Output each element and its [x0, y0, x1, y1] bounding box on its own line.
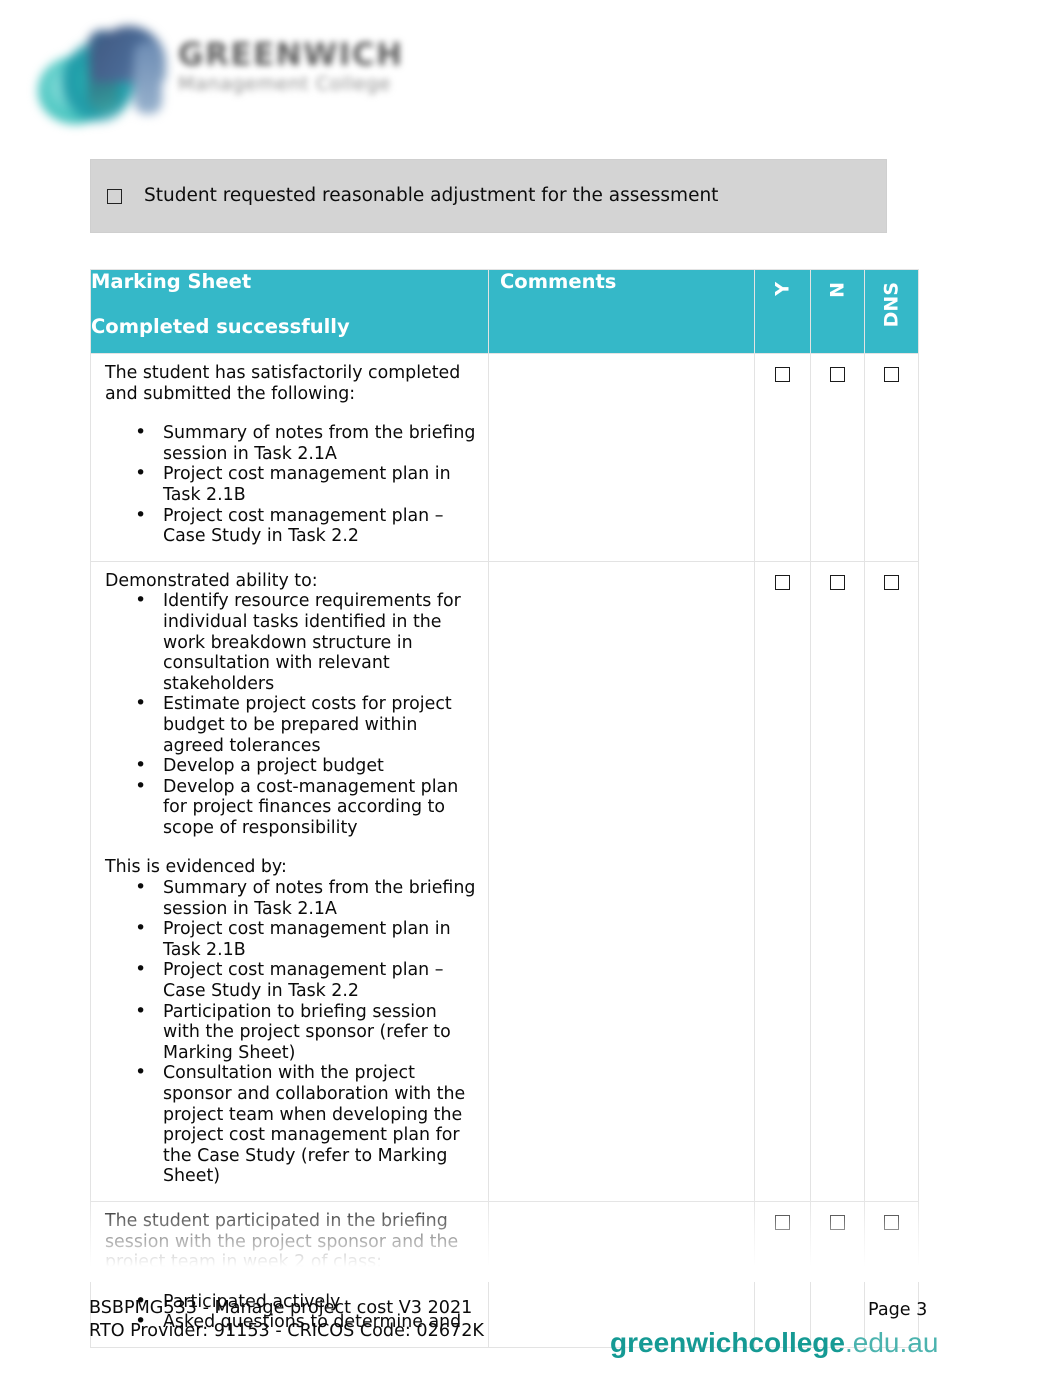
criteria-evidence-intro: This is evidenced by:: [105, 857, 287, 878]
column-label-n: N: [826, 282, 848, 298]
criteria-bullet-list: Identify resource requirements for indiv…: [105, 590, 476, 839]
criteria-cell: Demonstrated ability to: Identify resour…: [90, 560, 489, 1202]
mark-cell-n[interactable]: [810, 353, 865, 562]
column-header-comments: Comments: [488, 269, 755, 354]
list-item: Summary of notes from the briefing sessi…: [135, 422, 476, 464]
criteria-intro: Demonstrated ability to:: [105, 570, 318, 591]
mark-cell-dns[interactable]: [864, 353, 919, 562]
footer-website-url: greenwichcollege.edu.au: [610, 1326, 938, 1360]
empty-checkbox-icon[interactable]: [830, 574, 845, 590]
list-item: Project cost management plan – Case Stud…: [135, 959, 476, 1001]
list-item: Identify resource requirements for indiv…: [135, 590, 476, 694]
comments-cell[interactable]: [488, 560, 755, 1202]
column-header-y: Y: [754, 269, 811, 354]
empty-checkbox-icon[interactable]: [884, 1214, 899, 1230]
table-row: The student has satisfactorily completed…: [90, 353, 919, 562]
list-item: Estimate project costs for project budge…: [135, 693, 476, 756]
marking-sheet-body: The student has satisfactorily completed…: [90, 353, 919, 1348]
marking-sheet-table: Marking Sheet Completed successfully Com…: [90, 269, 919, 1348]
list-item: Develop a project budget: [135, 755, 476, 777]
list-item: Project cost management plan in Task 2.1…: [135, 463, 476, 505]
adjustment-notice-box: Student requested reasonable adjustment …: [90, 159, 887, 233]
greenwich-swirl-m-logo-icon: [36, 20, 166, 125]
marking-sheet-header-row: Marking Sheet Completed successfully Com…: [90, 269, 919, 354]
empty-checkbox-icon[interactable]: [107, 188, 122, 204]
criteria-evidence-list: Summary of notes from the briefing sessi…: [105, 877, 476, 1187]
footer-document-info: BSBPMG533 - Manage project cost V3 2021 …: [89, 1297, 484, 1343]
mark-cell-n[interactable]: [810, 560, 865, 1202]
page-number: Page 3: [868, 1300, 928, 1320]
column-label-y: Y: [771, 282, 793, 296]
mark-cell-y[interactable]: [754, 560, 811, 1202]
college-logo: GREENWICH Management College: [36, 16, 436, 128]
column-header-dns: DNS: [864, 269, 919, 354]
empty-checkbox-icon[interactable]: [830, 367, 845, 382]
logo-wordmark-line2: Management College: [178, 73, 391, 95]
list-item: Project cost management plan – Case Stud…: [135, 505, 476, 547]
list-item: Summary of notes from the briefing sessi…: [135, 877, 476, 919]
marking-sheet-title: Marking Sheet: [91, 270, 252, 293]
list-item: Consultation with the project sponsor an…: [135, 1062, 476, 1187]
adjustment-notice-label: Student requested reasonable adjustment …: [144, 185, 719, 206]
column-label-dns: DNS: [880, 282, 902, 328]
logo-wordmark-line1: GREENWICH: [178, 37, 404, 73]
mark-cell-dns[interactable]: [864, 560, 919, 1202]
comments-label: Comments: [500, 270, 617, 293]
footer-unit-line: BSBPMG533 - Manage project cost V3 2021: [89, 1298, 473, 1318]
criteria-bullet-list: Summary of notes from the briefing sessi…: [105, 422, 476, 547]
list-item: Develop a cost-management plan for proje…: [135, 776, 476, 839]
completed-successfully-title: Completed successfully: [91, 315, 350, 338]
empty-checkbox-icon[interactable]: [775, 367, 790, 382]
criteria-intro: The student has satisfactorily completed…: [105, 363, 461, 404]
list-item: Participation to briefing session with t…: [135, 1001, 476, 1064]
footer-url-bold: greenwichcollege: [610, 1327, 845, 1358]
footer-url-light: .edu.au: [844, 1327, 939, 1358]
page-header: GREENWICH Management College: [0, 0, 1062, 150]
comments-cell[interactable]: [488, 353, 755, 562]
empty-checkbox-icon[interactable]: [830, 1214, 845, 1230]
logo-wordmark: GREENWICH Management College: [178, 38, 430, 108]
column-header-marking-sheet: Marking Sheet Completed successfully: [90, 269, 489, 354]
table-row: Demonstrated ability to: Identify resour…: [90, 560, 919, 1202]
criteria-intro: The student participated in the briefing…: [105, 1210, 459, 1273]
footer-provider-line: RTO Provider: 91153 - CRICOS Code: 02672…: [89, 1321, 484, 1341]
empty-checkbox-icon[interactable]: [775, 1214, 790, 1230]
page-footer: BSBPMG533 - Manage project cost V3 2021 …: [0, 1288, 1062, 1378]
column-header-n: N: [810, 269, 865, 354]
criteria-cell: The student has satisfactorily completed…: [90, 353, 489, 562]
empty-checkbox-icon[interactable]: [775, 574, 790, 590]
list-item: Project cost management plan in Task 2.1…: [135, 918, 476, 960]
empty-checkbox-icon[interactable]: [884, 574, 899, 590]
empty-checkbox-icon[interactable]: [884, 367, 899, 382]
mark-cell-y[interactable]: [754, 353, 811, 562]
